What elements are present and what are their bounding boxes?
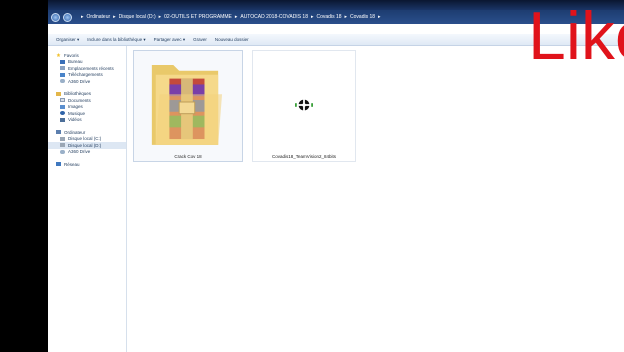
music-icon xyxy=(60,111,65,116)
sidebar-item-a360-drive[interactable]: A360 Drive xyxy=(48,78,126,85)
computer-icon xyxy=(56,130,61,135)
desktop-icon xyxy=(60,59,65,64)
setup-file-icon xyxy=(295,97,313,113)
star-icon xyxy=(56,53,61,58)
breadcrumb-item[interactable]: Disque local (D:) xyxy=(119,14,156,20)
navigation-pane: Favoris Bureau Emplacements récents Télé… xyxy=(48,46,127,352)
sidebar-item-label: Téléchargements xyxy=(68,72,103,78)
breadcrumb-item[interactable]: 02-OUTILS ET PROGRAMME xyxy=(164,14,232,20)
breadcrumb-item[interactable]: AUTOCAD 2018-COVADIS 18 xyxy=(240,14,308,20)
file-name: Covadis18_TeamVision2_84bits xyxy=(272,154,336,159)
breadcrumb-item[interactable]: Covadis 18 xyxy=(350,14,375,20)
chevron-right-icon: ▸ xyxy=(81,14,84,20)
sidebar-item-label: A360 Drive xyxy=(68,149,91,155)
file-item-crack-folder[interactable]: Crack Cov 18 xyxy=(133,50,243,162)
sidebar-item-label: A360 Drive xyxy=(68,78,91,84)
chevron-right-icon: ▸ xyxy=(158,14,162,20)
file-name: Crack Cov 18 xyxy=(174,154,202,159)
libraries-group: Bibliothèques Documents Images Musique V… xyxy=(48,91,126,124)
libraries-icon xyxy=(56,91,61,96)
sidebar-item-label: Vidéos xyxy=(68,117,82,123)
sidebar-item-label: Disque local (D:) xyxy=(68,142,102,148)
breadcrumb[interactable]: ▸ Ordinateur ▸ Disque local (D:) ▸ 02-OU… xyxy=(78,14,384,20)
sidebar-item-label: Documents xyxy=(68,97,91,103)
new-folder-button[interactable]: Nouveau dossier xyxy=(215,37,249,42)
sidebar-item-a360-drive[interactable]: A360 Drive xyxy=(48,149,126,156)
hard-drive-icon xyxy=(60,136,65,141)
sidebar-item-label: Disque local (C:) xyxy=(68,136,102,142)
computer-group: Ordinateur Disque local (C:) Disque loca… xyxy=(48,129,126,155)
videos-icon xyxy=(60,117,65,122)
sidebar-item-label: Favoris xyxy=(64,52,79,58)
file-list: Crack Cov 18 Covadis18_TeamVision2_84bit… xyxy=(127,46,624,352)
recent-places-icon xyxy=(60,66,65,71)
favorites-group: Favoris Bureau Emplacements récents Télé… xyxy=(48,52,126,85)
images-icon xyxy=(60,104,65,109)
sidebar-item-label: Emplacements récents xyxy=(68,65,114,71)
sidebar-item-label: Bureau xyxy=(68,59,83,65)
organize-button[interactable]: Organiser ▾ xyxy=(56,37,79,43)
chevron-right-icon: ▸ xyxy=(310,14,314,20)
include-in-library-button[interactable]: Inclure dans la bibliothèque ▾ xyxy=(87,37,145,43)
cloud-drive-icon xyxy=(60,79,65,84)
sidebar-item-label: Images xyxy=(68,104,83,110)
like-overlay-text: Like xyxy=(528,0,624,74)
video-letterbox-left xyxy=(0,0,48,352)
breadcrumb-item[interactable]: Ordinateur xyxy=(87,14,111,20)
sidebar-item-label: Ordinateur xyxy=(64,129,86,135)
sidebar-item-label: Musique xyxy=(68,110,86,116)
burn-button[interactable]: Graver xyxy=(193,37,207,42)
network-group: Réseau xyxy=(48,161,126,168)
back-button[interactable] xyxy=(51,12,60,22)
chevron-right-icon: ▸ xyxy=(234,14,238,20)
winrar-archive-icon xyxy=(151,64,223,145)
hard-drive-icon xyxy=(60,143,65,148)
sidebar-item-label: Réseau xyxy=(64,161,80,167)
chevron-right-icon: ▸ xyxy=(113,14,116,20)
breadcrumb-item[interactable]: Covadis 18 xyxy=(317,14,342,20)
sidebar-item-network[interactable]: Réseau xyxy=(48,161,126,168)
cloud-drive-icon xyxy=(60,149,65,154)
network-icon xyxy=(56,162,61,167)
chevron-right-icon: ▸ xyxy=(378,14,381,20)
sidebar-item-label: Bibliothèques xyxy=(64,91,92,97)
file-item-covadis-setup[interactable]: Covadis18_TeamVision2_84bits xyxy=(252,50,356,162)
chevron-right-icon: ▸ xyxy=(344,14,348,20)
forward-button[interactable] xyxy=(63,12,72,22)
documents-icon xyxy=(60,98,65,103)
share-with-button[interactable]: Partager avec ▾ xyxy=(154,37,186,43)
sidebar-item-videos[interactable]: Vidéos xyxy=(48,117,126,124)
downloads-icon xyxy=(60,72,65,77)
